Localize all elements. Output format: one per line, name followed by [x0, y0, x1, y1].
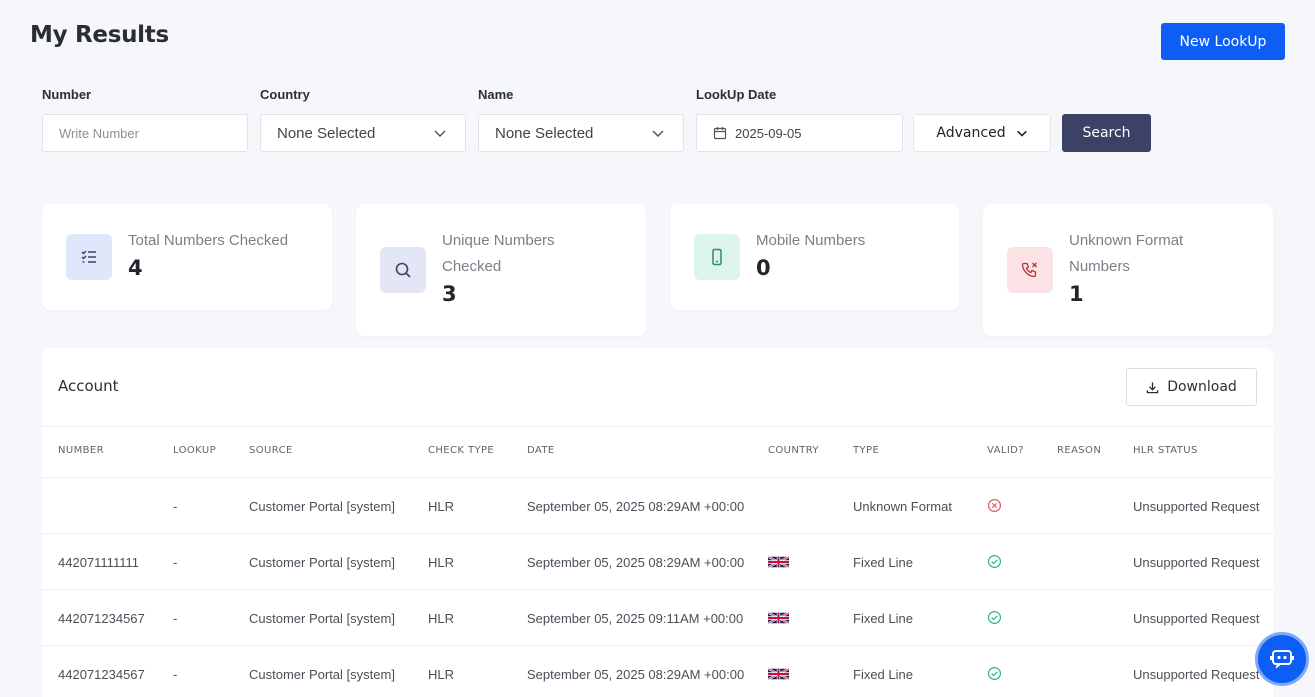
- column-header-valid[interactable]: VALID?: [987, 445, 1024, 456]
- lookup-date-value: 2025-09-05: [735, 125, 802, 141]
- stat-card-unknown: Unknown Format Numbers 1: [983, 204, 1273, 336]
- cell-date: September 05, 2025 08:29AM +00:00: [527, 667, 745, 682]
- column-header-lookup[interactable]: LOOKUP: [173, 445, 216, 456]
- cell-check-type: HLR: [428, 667, 455, 682]
- lookup-date-field[interactable]: 2025-09-05: [696, 114, 903, 152]
- stat-label: Total Numbers Checked: [128, 232, 289, 249]
- search-icon: [380, 247, 426, 293]
- number-label: Number: [42, 87, 92, 102]
- table-row[interactable]: - Customer Portal [system] HLR September…: [42, 477, 1273, 533]
- search-button[interactable]: Search: [1062, 114, 1151, 152]
- column-header-source[interactable]: SOURCE: [249, 445, 293, 456]
- advanced-dropdown-button[interactable]: Advanced: [913, 114, 1051, 152]
- name-select[interactable]: None Selected: [478, 114, 684, 152]
- cell-date: September 05, 2025 09:11AM +00:00: [527, 611, 744, 626]
- cell-source: Customer Portal [system]: [249, 499, 395, 514]
- cell-hlr-status: Unsupported Request: [1133, 499, 1260, 514]
- cell-type: Fixed Line: [853, 555, 913, 570]
- stat-card-mobile: Mobile Numbers 0: [670, 204, 959, 310]
- cell-lookup: -: [173, 499, 178, 514]
- download-icon: [1146, 381, 1159, 393]
- column-header-date[interactable]: DATE: [527, 445, 555, 456]
- stat-value: 1: [1069, 282, 1084, 306]
- cell-lookup: -: [173, 667, 178, 682]
- cell-date: September 05, 2025 08:29AM +00:00: [527, 499, 745, 514]
- download-label: Download: [1167, 379, 1237, 395]
- new-lookup-button[interactable]: New LookUp: [1161, 23, 1285, 60]
- uk-flag-icon: [768, 611, 789, 625]
- invalid-icon: [987, 498, 1002, 513]
- cell-lookup: -: [173, 555, 178, 570]
- valid-check-icon: [987, 554, 1002, 569]
- chevron-down-icon: [652, 130, 664, 138]
- calendar-icon: [713, 127, 727, 140]
- cell-type: Fixed Line: [853, 611, 913, 626]
- column-header-country[interactable]: COUNTRY: [768, 445, 819, 456]
- stat-label: Unique Numbers Checked: [442, 232, 555, 275]
- chat-support-button[interactable]: [1255, 632, 1309, 686]
- mobile-phone-icon: [694, 234, 740, 280]
- stat-value: 4: [128, 256, 143, 280]
- column-header-check-type[interactable]: CHECK TYPE: [428, 445, 494, 456]
- table-title: Account: [58, 377, 119, 395]
- name-select-value: None Selected: [495, 124, 594, 142]
- uk-flag-icon: [768, 555, 789, 569]
- stat-label: Unknown Format Numbers: [1069, 232, 1184, 275]
- stat-value: 0: [756, 256, 771, 280]
- number-input[interactable]: [43, 125, 247, 141]
- stat-label: Mobile Numbers: [756, 232, 866, 249]
- table-row[interactable]: 442071234567 - Customer Portal [system] …: [42, 645, 1273, 697]
- results-table-card: Account Download NUMBER LOOKUP SOURCE CH…: [42, 348, 1273, 697]
- cell-hlr-status: Unsupported Request: [1133, 611, 1260, 626]
- cell-number: 442071234567: [58, 611, 145, 626]
- chevron-down-icon: [1016, 130, 1027, 137]
- table-divider: [42, 426, 1273, 427]
- cell-type: Unknown Format: [853, 499, 952, 514]
- country-select-value: None Selected: [277, 124, 376, 142]
- cell-source: Customer Portal [system]: [249, 555, 395, 570]
- cell-hlr-status: Unsupported Request: [1133, 555, 1260, 570]
- download-button[interactable]: Download: [1126, 368, 1257, 406]
- uk-flag-icon: [768, 667, 789, 681]
- chat-bot-icon: [1270, 650, 1294, 669]
- cell-hlr-status: Unsupported Request: [1133, 667, 1260, 682]
- phone-x-icon: [1007, 247, 1053, 293]
- stat-value: 3: [442, 282, 457, 306]
- cell-source: Customer Portal [system]: [249, 667, 395, 682]
- cell-check-type: HLR: [428, 555, 455, 570]
- cell-type: Fixed Line: [853, 667, 913, 682]
- column-header-number[interactable]: NUMBER: [58, 445, 104, 456]
- valid-check-icon: [987, 666, 1002, 681]
- advanced-label: Advanced: [936, 125, 1006, 141]
- column-header-type[interactable]: TYPE: [853, 445, 879, 456]
- cell-check-type: HLR: [428, 499, 455, 514]
- table-row[interactable]: 442071111111 - Customer Portal [system] …: [42, 533, 1273, 589]
- page-title: My Results: [30, 22, 169, 48]
- valid-check-icon: [987, 610, 1002, 625]
- cell-source: Customer Portal [system]: [249, 611, 395, 626]
- cell-number: 442071234567: [58, 667, 145, 682]
- cell-check-type: HLR: [428, 611, 455, 626]
- table-row[interactable]: 442071234567 - Customer Portal [system] …: [42, 589, 1273, 645]
- number-field: [42, 114, 248, 152]
- country-label: Country: [260, 87, 310, 102]
- cell-lookup: -: [173, 611, 178, 626]
- checklist-icon: [66, 234, 112, 280]
- cell-number: 442071111111: [58, 555, 139, 570]
- chevron-down-icon: [434, 130, 446, 138]
- stat-card-unique: Unique Numbers Checked 3: [356, 204, 646, 336]
- lookup-date-label: LookUp Date: [696, 87, 777, 102]
- column-header-reason[interactable]: REASON: [1057, 445, 1101, 456]
- country-select[interactable]: None Selected: [260, 114, 466, 152]
- name-label: Name: [478, 87, 514, 102]
- cell-date: September 05, 2025 08:29AM +00:00: [527, 555, 745, 570]
- stat-card-total: Total Numbers Checked 4: [42, 204, 332, 310]
- column-header-hlr-status[interactable]: HLR STATUS: [1133, 445, 1198, 456]
